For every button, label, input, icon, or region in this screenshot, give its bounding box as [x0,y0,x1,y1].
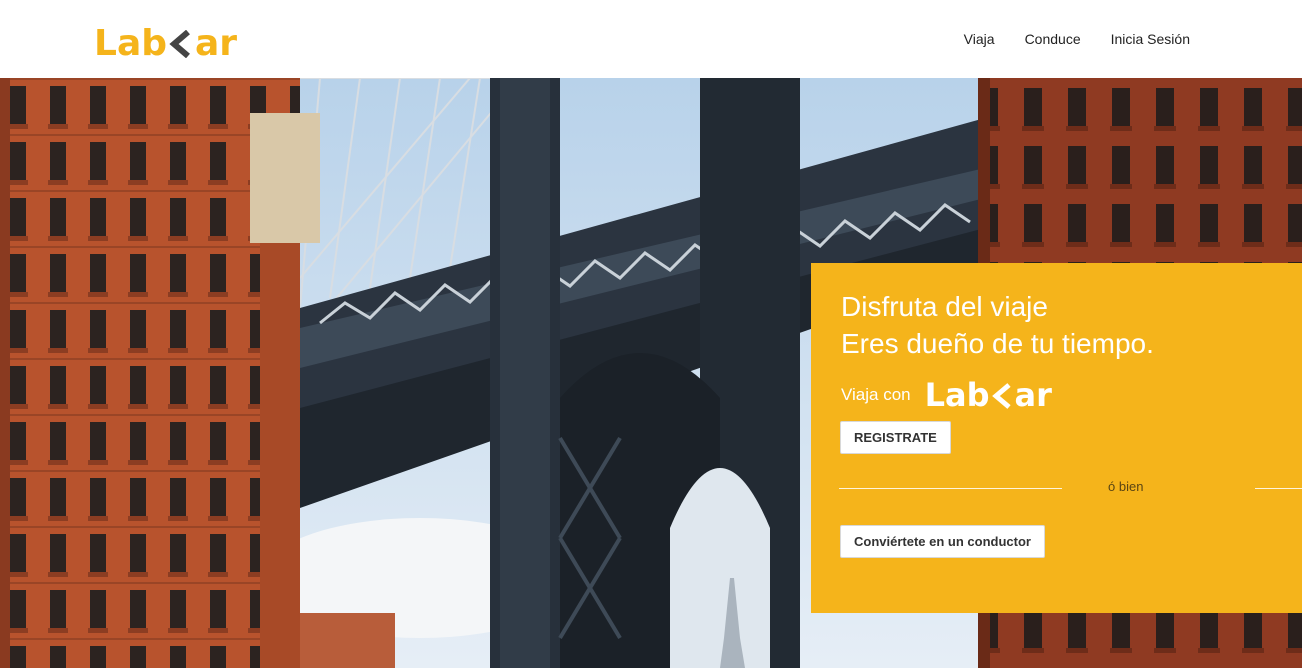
headline-line-1: Disfruta del viaje [841,291,1048,322]
card-logo-chevron-icon [991,377,1014,413]
headline-line-2: Eres dueño de tu tiempo. [841,328,1154,359]
logo-text-ar: ar [195,23,238,64]
brand-logo[interactable]: Lab ar [94,24,237,64]
nav-item-viaja[interactable]: Viaja [964,30,995,48]
nav-item-inicia-sesion[interactable]: Inicia Sesión [1111,30,1190,48]
promo-card: Disfruta del viaje Eres dueño de tu tiem… [811,263,1302,613]
card-logo-text-ar: ar [1014,376,1052,414]
card-logo-text-lab: Lab [924,376,990,414]
register-button[interactable]: REGISTRATE [840,421,951,454]
logo-text-lab: Lab [94,23,168,64]
nav-item-conduce[interactable]: Conduce [1025,30,1081,48]
divider-left [839,488,1062,489]
logo-chevron-icon [168,24,194,64]
hero-section: Disfruta del viaje Eres dueño de tu tiem… [0,78,1302,668]
become-driver-button[interactable]: Conviértete en un conductor [840,525,1045,558]
headline: Disfruta del viaje Eres dueño de tu tiem… [841,288,1154,362]
tagline-text: Viaja con [841,385,911,404]
site-header: Lab ar Viaja Conduce Inicia Sesión [0,0,1302,78]
tagline: Viaja con Lab ar [841,376,1052,414]
or-separator: ó bien [1108,479,1144,494]
card-logo: Lab ar [925,377,1052,413]
divider-right [1255,488,1302,489]
main-nav: Viaja Conduce Inicia Sesión [964,30,1190,48]
